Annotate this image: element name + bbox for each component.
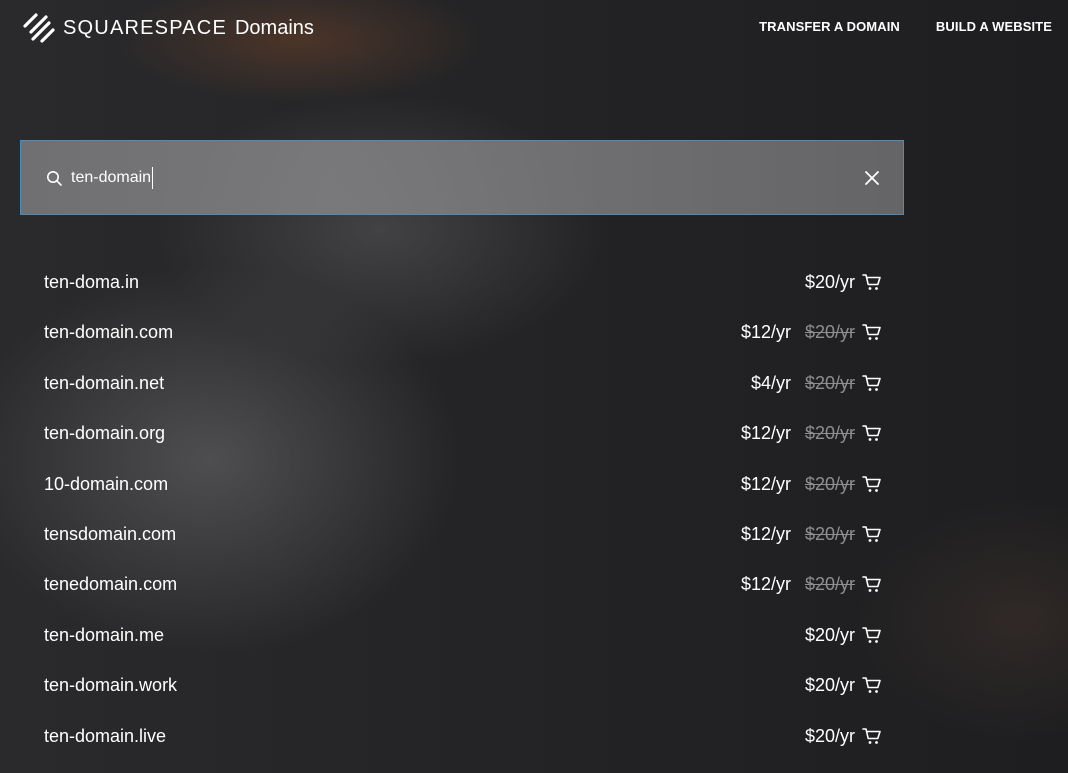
add-to-cart-icon[interactable] (862, 272, 882, 292)
price: $20/yr (804, 725, 855, 746)
original-price: $20/yr (804, 322, 855, 343)
result-row[interactable]: ten-domain.net $4/yr $20/yr (20, 357, 904, 407)
nav-build-website[interactable]: BUILD A WEBSITE (936, 18, 1052, 36)
price-group: $20/yr (805, 724, 882, 748)
result-row[interactable]: tenedomain.com $12/yr $20/yr (20, 558, 904, 608)
add-to-cart-icon[interactable] (862, 474, 882, 494)
add-to-cart-icon[interactable] (862, 322, 882, 342)
domain-name: ten-domain.work (44, 675, 178, 696)
price: $12/yr (740, 574, 791, 595)
add-to-cart-icon[interactable] (862, 373, 882, 393)
result-row[interactable]: 10-domain.com $12/yr $20/yr (20, 458, 904, 508)
result-row[interactable]: ten-domain.com $12/yr $20/yr (20, 306, 904, 356)
domain-name: tensdomain.com (44, 523, 177, 544)
result-row[interactable]: tensdomain.com $12/yr $20/yr (20, 508, 904, 558)
original-price: $20/yr (804, 473, 855, 494)
result-row[interactable]: ten-domain.org $12/yr $20/yr (20, 407, 904, 457)
search-results-list: ten-doma.in $20/yr ten-domain.com $12/yr… (20, 256, 904, 760)
price: $20/yr (804, 675, 855, 696)
price: $12/yr (740, 322, 791, 343)
price-group: $20/yr (805, 623, 882, 647)
brand-name: SQUARESPACE (63, 17, 227, 39)
add-to-cart-icon[interactable] (862, 726, 882, 746)
original-price: $20/yr (804, 523, 855, 544)
domain-name: 10-domain.com (44, 473, 169, 494)
price-group: $4/yr $20/yr (751, 371, 882, 395)
price-group: $12/yr $20/yr (741, 522, 882, 546)
price-group: $12/yr $20/yr (741, 320, 882, 344)
domain-name: ten-domain.org (44, 423, 166, 444)
top-nav: TRANSFER A DOMAIN BUILD A WEBSITE (759, 18, 1052, 36)
squarespace-logo-icon (23, 13, 55, 43)
price: $12/yr (740, 523, 791, 544)
price: $4/yr (750, 372, 791, 393)
add-to-cart-icon[interactable] (862, 524, 882, 544)
price-group: $12/yr $20/yr (741, 572, 882, 596)
result-row[interactable]: ten-domain.work $20/yr (20, 659, 904, 709)
brand[interactable]: SQUARESPACE Domains (22, 12, 314, 44)
brand-subtitle: Domains (234, 17, 314, 39)
domain-name: tenedomain.com (44, 574, 178, 595)
domain-search-bar[interactable]: ten-domain (20, 140, 904, 215)
add-to-cart-icon[interactable] (862, 675, 882, 695)
result-row[interactable]: ten-domain.me $20/yr (20, 609, 904, 659)
price-group: $12/yr $20/yr (741, 472, 882, 496)
domain-name: ten-domain.live (44, 725, 167, 746)
price: $20/yr (804, 624, 855, 645)
price: $20/yr (804, 272, 855, 292)
add-to-cart-icon[interactable] (862, 574, 882, 594)
site-header: SQUARESPACE Domains TRANSFER A DOMAIN BU… (0, 0, 1068, 56)
domain-name: ten-doma.in (44, 272, 140, 292)
close-icon[interactable] (863, 169, 881, 187)
price-group: $12/yr $20/yr (741, 421, 882, 445)
search-input[interactable]: ten-domain (71, 167, 154, 189)
add-to-cart-icon[interactable] (862, 625, 882, 645)
price: $12/yr (740, 473, 791, 494)
add-to-cart-icon[interactable] (862, 423, 882, 443)
price-group: $20/yr (805, 270, 882, 294)
domain-name: ten-domain.me (44, 624, 165, 645)
price: $12/yr (740, 423, 791, 444)
original-price: $20/yr (804, 574, 855, 595)
price-group: $20/yr (805, 673, 882, 697)
original-price: $20/yr (804, 372, 855, 393)
nav-transfer-domain[interactable]: TRANSFER A DOMAIN (759, 18, 900, 36)
domain-name: ten-domain.net (44, 372, 165, 393)
result-row[interactable]: ten-domain.live $20/yr (20, 710, 904, 760)
search-icon (47, 171, 62, 186)
original-price: $20/yr (804, 423, 855, 444)
domain-name: ten-domain.com (44, 322, 174, 343)
result-row[interactable]: ten-doma.in $20/yr (20, 256, 904, 306)
